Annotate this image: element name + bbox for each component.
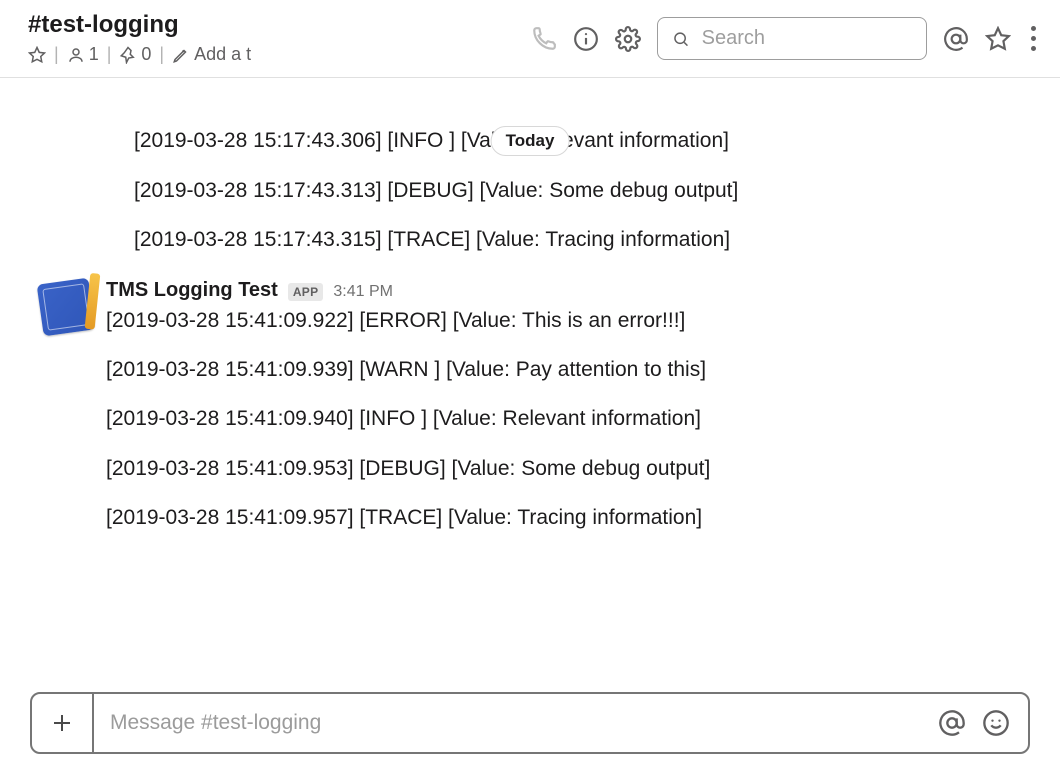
pins-count: 0 bbox=[141, 44, 151, 65]
attachment-button[interactable] bbox=[32, 694, 94, 752]
separator: | bbox=[159, 44, 164, 65]
settings-button[interactable] bbox=[615, 26, 641, 52]
channel-info: #test-logging | 1 | 0 | Add a t bbox=[28, 12, 348, 65]
channel-name[interactable]: #test-logging bbox=[28, 12, 348, 38]
mention-button[interactable] bbox=[938, 709, 966, 737]
log-line: [2019-03-28 15:41:09.957] [TRACE] [Value… bbox=[106, 503, 1040, 532]
star-icon bbox=[28, 46, 46, 64]
add-topic-button[interactable]: Add a t bbox=[172, 44, 251, 65]
members-count: 1 bbox=[89, 44, 99, 65]
smile-icon bbox=[982, 709, 1010, 737]
avatar[interactable] bbox=[37, 277, 96, 336]
message-header: TMS Logging Test APP 3:41 PM bbox=[106, 279, 1040, 302]
info-button[interactable] bbox=[573, 26, 599, 52]
info-icon bbox=[573, 26, 599, 52]
message-input[interactable] bbox=[94, 694, 938, 752]
channel-header: #test-logging | 1 | 0 | Add a t bbox=[0, 0, 1060, 78]
log-line: [2019-03-28 15:41:09.940] [INFO ] [Value… bbox=[106, 404, 1040, 433]
call-button[interactable] bbox=[531, 26, 557, 52]
plus-icon bbox=[50, 711, 74, 735]
header-tools bbox=[348, 17, 1040, 60]
separator: | bbox=[107, 44, 112, 65]
search-box[interactable] bbox=[657, 17, 927, 60]
add-topic-label: Add a t bbox=[194, 44, 251, 65]
person-icon bbox=[67, 46, 85, 64]
date-divider-label: Today bbox=[491, 126, 570, 156]
star-icon bbox=[985, 26, 1011, 52]
search-input[interactable] bbox=[700, 26, 912, 51]
message-composer bbox=[30, 692, 1030, 754]
message: TMS Logging Test APP 3:41 PM [2019-03-28… bbox=[40, 279, 1040, 533]
at-icon bbox=[943, 26, 969, 52]
starred-items-button[interactable] bbox=[985, 26, 1011, 52]
pencil-icon bbox=[172, 46, 190, 64]
sender-name[interactable]: TMS Logging Test bbox=[106, 279, 278, 302]
kebab-icon bbox=[1027, 22, 1040, 55]
mentions-button[interactable] bbox=[943, 26, 969, 52]
log-line: [2019-03-28 15:41:09.953] [DEBUG] [Value… bbox=[106, 454, 1040, 483]
emoji-button[interactable] bbox=[982, 709, 1010, 737]
channel-meta: | 1 | 0 | Add a t bbox=[28, 44, 348, 65]
pin-icon bbox=[119, 46, 137, 64]
pins-button[interactable]: 0 bbox=[119, 44, 151, 65]
composer-tools bbox=[938, 709, 1028, 737]
gear-icon bbox=[615, 26, 641, 52]
log-line: [2019-03-28 15:41:09.939] [WARN ] [Value… bbox=[106, 355, 1040, 384]
at-icon bbox=[938, 709, 966, 737]
app-badge: APP bbox=[288, 283, 324, 301]
search-icon bbox=[672, 29, 690, 49]
date-divider[interactable]: Today bbox=[491, 126, 570, 156]
message-timestamp[interactable]: 3:41 PM bbox=[333, 283, 393, 301]
star-channel-button[interactable] bbox=[28, 46, 46, 64]
log-line: [2019-03-28 15:17:43.313] [DEBUG] [Value… bbox=[134, 176, 1040, 205]
separator: | bbox=[54, 44, 59, 65]
members-button[interactable]: 1 bbox=[67, 44, 99, 65]
log-line: [2019-03-28 15:17:43.306] [INFO ] [Value… bbox=[134, 126, 1040, 155]
more-actions-button[interactable] bbox=[1027, 22, 1040, 55]
message-body: TMS Logging Test APP 3:41 PM [2019-03-28… bbox=[106, 279, 1040, 533]
log-line: [2019-03-28 15:41:09.922] [ERROR] [Value… bbox=[106, 306, 1040, 335]
phone-icon bbox=[531, 26, 557, 52]
log-line: [2019-03-28 15:17:43.315] [TRACE] [Value… bbox=[134, 225, 1040, 254]
